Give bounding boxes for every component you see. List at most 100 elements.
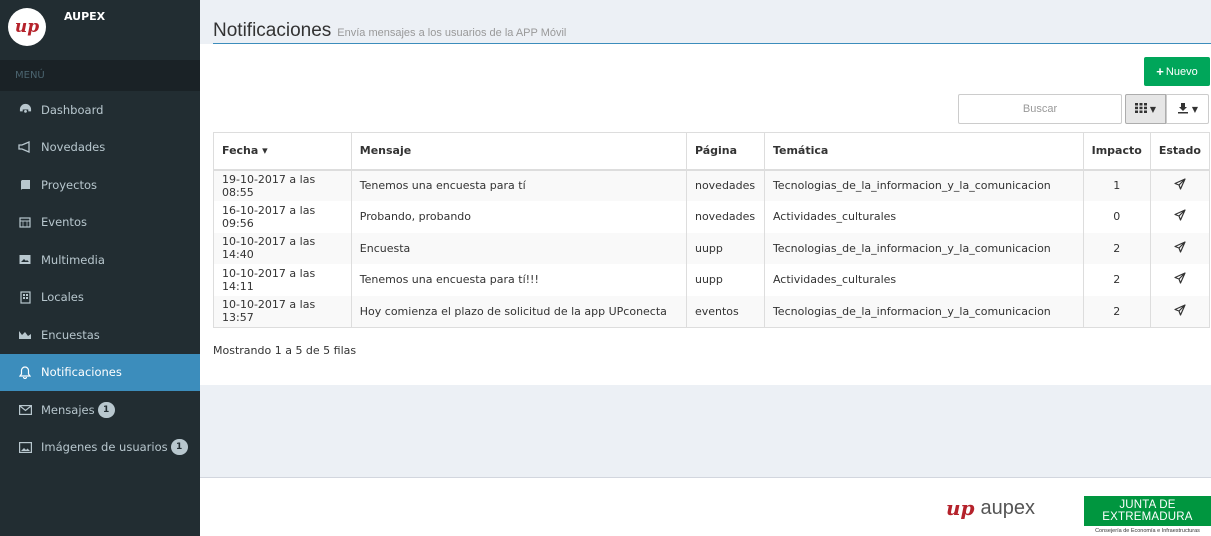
sidebar-item-label: Mensajes	[41, 402, 95, 417]
search-input[interactable]: Buscar	[958, 94, 1122, 124]
sidebar-item-label: Eventos	[41, 215, 87, 230]
junta-extremadura-logo: JUNTA DE EXTREMADURA Consejería de Econo…	[1084, 496, 1211, 534]
brand[interactable]: up AUPEX	[0, 0, 200, 60]
sidebar-item-mensajes[interactable]: Mensajes 1	[0, 391, 200, 429]
mensajes-count-badge: 1	[97, 401, 115, 418]
table-row[interactable]: 19-10-2017 a las 08:55 Tenemos una encue…	[213, 169, 1210, 201]
column-header-mensaje[interactable]: Mensaje	[351, 132, 687, 171]
column-header-impacto[interactable]: Impacto	[1083, 132, 1151, 171]
brand-name: AUPEX	[64, 10, 106, 23]
sidebar-item-eventos[interactable]: Eventos	[0, 204, 200, 242]
cell-tematica: Tecnologias_de_la_informacion_y_la_comun…	[764, 169, 1084, 201]
bullhorn-icon	[18, 140, 32, 154]
table-row[interactable]: 10-10-2017 a las 13:57 Hoy comienza el p…	[213, 295, 1210, 327]
cell-fecha: 10-10-2017 a las 13:57	[213, 295, 352, 327]
cell-estado	[1150, 201, 1209, 233]
cell-fecha: 19-10-2017 a las 08:55	[213, 169, 352, 201]
column-header-tematica[interactable]: Temática	[764, 132, 1084, 171]
column-header-estado[interactable]: Estado	[1150, 132, 1210, 171]
cell-pagina: eventos	[686, 295, 765, 327]
sidebar-item-label: Dashboard	[41, 102, 104, 117]
cell-mensaje: Encuesta	[351, 232, 687, 264]
sidebar-item-imagenes-usuarios[interactable]: Imágenes de usuarios 1	[0, 429, 200, 467]
column-header-fecha[interactable]: Fecha ▾	[213, 132, 352, 171]
new-notification-button[interactable]: + Nuevo	[1144, 57, 1210, 86]
aupex-wordmark: aupex	[980, 496, 1036, 519]
send-icon[interactable]	[1174, 209, 1186, 224]
notifications-table: Fecha ▾ Mensaje Página Temática Impacto …	[213, 132, 1210, 328]
pagination-info: Mostrando 1 a 5 de 5 filas	[213, 344, 357, 357]
cell-mensaje: Tenemos una encuesta para tí!!!	[351, 264, 687, 296]
dashboard-icon	[18, 103, 32, 117]
imagenes-count-badge: 1	[170, 439, 188, 456]
sidebar-item-proyectos[interactable]: Proyectos	[0, 166, 200, 204]
table-header-row: Fecha ▾ Mensaje Página Temática Impacto …	[213, 132, 1210, 171]
building-icon	[18, 290, 32, 304]
cell-mensaje: Hoy comienza el plazo de solicitud de la…	[351, 295, 687, 327]
cell-pagina: novedades	[686, 201, 765, 233]
book-icon	[18, 178, 32, 192]
chart-icon	[18, 328, 32, 342]
cell-impacto: 2	[1083, 264, 1151, 296]
page-title: Notificaciones	[213, 20, 332, 41]
plus-icon: +	[1156, 64, 1164, 79]
notifications-panel: + Nuevo Buscar ▼ ▼ Fecha ▾ Mensaje Págin…	[200, 44, 1211, 385]
cell-pagina: novedades	[686, 169, 765, 201]
cell-impacto: 2	[1083, 232, 1151, 264]
aupex-footer-logo: up aupex	[946, 496, 1035, 520]
cell-estado	[1150, 169, 1210, 201]
sidebar-item-novedades[interactable]: Novedades	[0, 129, 200, 167]
sidebar-item-label: Novedades	[41, 140, 106, 155]
cell-fecha: 16-10-2017 a las 09:56	[213, 201, 352, 233]
send-icon[interactable]	[1174, 178, 1186, 193]
cell-tematica: Actividades_culturales	[764, 201, 1084, 233]
sidebar-item-multimedia[interactable]: Multimedia	[0, 241, 200, 279]
cell-impacto: 1	[1083, 169, 1151, 201]
aupex-logo-icon: up	[8, 8, 46, 46]
page-subtitle: Envía mensajes a los usuarios de la APP …	[337, 27, 567, 39]
sidebar-item-label: Imágenes de usuarios	[41, 440, 168, 455]
cell-estado	[1150, 264, 1209, 296]
send-icon[interactable]	[1174, 303, 1186, 319]
sidebar-item-label: Notificaciones	[41, 365, 122, 380]
cell-tematica: Actividades_culturales	[764, 264, 1084, 296]
image-icon	[18, 440, 32, 454]
table-row[interactable]: 10-10-2017 a las 14:11 Tenemos una encue…	[213, 264, 1210, 296]
table-row[interactable]: 10-10-2017 a las 14:40 Encuesta uupp Tec…	[213, 232, 1210, 264]
cell-impacto: 2	[1083, 295, 1151, 327]
sidebar-item-encuestas[interactable]: Encuestas	[0, 316, 200, 354]
photo-icon	[18, 253, 32, 267]
cell-estado	[1150, 295, 1210, 327]
cell-pagina: uupp	[686, 264, 765, 296]
sidebar-item-notificaciones[interactable]: Notificaciones	[0, 353, 200, 391]
cell-estado	[1150, 232, 1210, 264]
send-icon[interactable]	[1174, 241, 1186, 256]
cell-pagina: uupp	[686, 232, 765, 264]
download-icon	[1177, 102, 1189, 117]
sidebar-item-label: Encuestas	[41, 327, 100, 342]
cell-tematica: Tecnologias_de_la_informacion_y_la_comun…	[764, 295, 1084, 327]
sidebar-item-locales[interactable]: Locales	[0, 279, 200, 317]
chevron-down-icon: ▼	[1149, 104, 1157, 114]
bell-icon	[18, 365, 32, 379]
chevron-down-icon: ▼	[1191, 104, 1199, 114]
cell-fecha: 10-10-2017 a las 14:40	[213, 232, 352, 264]
new-button-label: Nuevo	[1165, 65, 1198, 78]
junta-subtitle: Consejería de Economía e Infraestructura…	[1095, 528, 1200, 534]
calendar-icon	[18, 215, 32, 229]
grid-icon	[1134, 102, 1147, 116]
columns-toggle-button[interactable]: ▼	[1125, 94, 1166, 124]
footer: up aupex JUNTA DE EXTREMADURA Consejería…	[200, 477, 1211, 536]
export-button[interactable]: ▼	[1166, 94, 1209, 124]
table-row[interactable]: 16-10-2017 a las 09:56 Probando, proband…	[213, 201, 1210, 233]
main-content: Notificaciones Envía mensajes a los usua…	[200, 0, 1211, 536]
cell-mensaje: Probando, probando	[351, 201, 687, 233]
sidebar-item-label: Locales	[41, 290, 84, 305]
sidebar-item-dashboard[interactable]: Dashboard	[0, 91, 200, 129]
envelope-icon	[18, 403, 32, 417]
send-icon[interactable]	[1174, 272, 1186, 287]
cell-fecha: 10-10-2017 a las 14:11	[213, 264, 352, 296]
content-header: Notificaciones Envía mensajes a los usua…	[213, 20, 1211, 45]
junta-title: JUNTA DE EXTREMADURA	[1084, 496, 1211, 526]
column-header-pagina[interactable]: Página	[686, 132, 765, 171]
